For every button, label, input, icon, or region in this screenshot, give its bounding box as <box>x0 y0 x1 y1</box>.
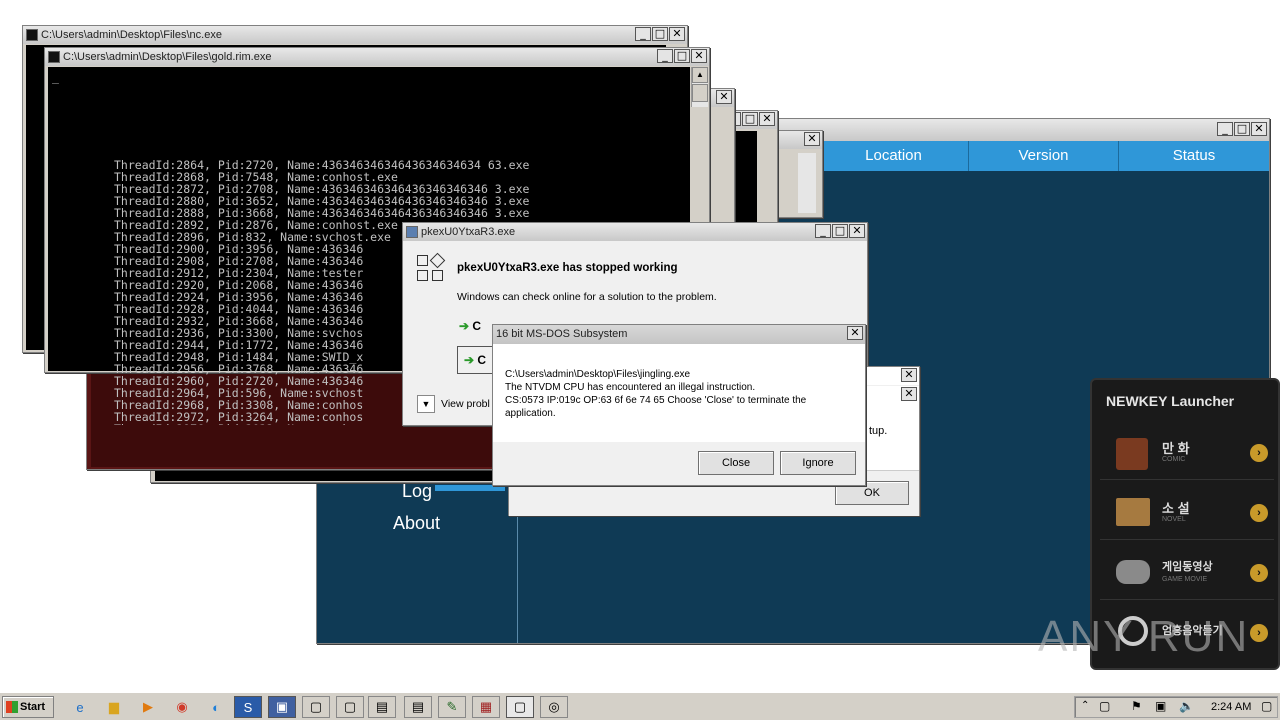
comic-icon <box>1116 438 1148 470</box>
arrow-icon: ➔ <box>459 319 470 333</box>
crash-titlebar: pkexU0YtxaR3.exe _ □ ✕ <box>403 223 867 241</box>
close-button[interactable]: ✕ <box>804 132 820 146</box>
app-icon-4[interactable]: ▤ <box>404 696 432 718</box>
app-icon-1[interactable]: S <box>234 696 262 718</box>
launcher-item-novel[interactable]: 소 설 NOVEL › <box>1100 484 1274 540</box>
scrollbar[interactable] <box>798 153 816 213</box>
app-icon-6[interactable]: ▦ <box>472 696 500 718</box>
edge-icon[interactable]: ◐ <box>202 696 230 718</box>
scroll-up-arrow[interactable]: ▲ <box>692 67 708 83</box>
chevron-right-icon[interactable]: › <box>1250 444 1268 462</box>
volume-icon[interactable]: 🔈 <box>1179 699 1194 713</box>
console-cursor: _ <box>52 70 59 84</box>
app-icon-3[interactable]: ▤ <box>368 696 396 718</box>
dos-line2: CS:0573 IP:019c OP:63 6f 6e 74 65 Choose… <box>505 395 807 406</box>
problem-icon <box>417 252 446 283</box>
app-icon <box>406 226 418 238</box>
crash-title: pkexU0YtxaR3.exe <box>421 226 516 238</box>
dos-path: C:\Users\admin\Desktop\Files\jingling.ex… <box>505 369 691 380</box>
details-link[interactable]: View probl <box>441 398 490 410</box>
launcher-item-game-movie[interactable]: 게임동영상 GAME MOVIE › <box>1100 544 1274 600</box>
clock[interactable]: 2:24 AM <box>1211 701 1251 713</box>
console-icon <box>26 29 38 41</box>
tray-expand-icon[interactable]: ⌃ <box>1081 700 1089 711</box>
dos-title: 16 bit MS-DOS Subsystem <box>496 328 628 340</box>
maximize-button[interactable]: □ <box>652 27 668 41</box>
chevron-right-icon[interactable]: › <box>1250 564 1268 582</box>
close-dialog-button[interactable]: Close <box>698 451 774 475</box>
ignore-button[interactable]: Ignore <box>780 451 856 475</box>
message-text: tup. <box>869 425 888 437</box>
close-button[interactable]: ✕ <box>669 27 685 41</box>
dos-line1: The NTVDM CPU has encountered an illegal… <box>505 382 756 393</box>
column-header: Location Version Status <box>819 141 1269 171</box>
gold-titlebar: C:\Users\admin\Desktop\Files\gold.rim.ex… <box>45 48 709 66</box>
maximize-button[interactable]: □ <box>674 49 690 63</box>
minimize-button[interactable]: _ <box>1217 122 1233 136</box>
option-close-program[interactable]: ➔ C <box>457 346 497 374</box>
close-button[interactable]: ✕ <box>1251 122 1267 136</box>
ie-icon[interactable]: e <box>66 696 94 718</box>
column-location[interactable]: Location <box>819 141 969 171</box>
system-tray: ⌃ ▢ ⚑ ▣ 🔈 2:24 AM ▢ <box>1074 696 1278 718</box>
close-button[interactable]: ✕ <box>691 49 707 63</box>
window-icon-2[interactable]: ▢ <box>336 696 364 718</box>
close-button[interactable]: ✕ <box>716 90 732 104</box>
anyrun-watermark: ANY RUN <box>1038 612 1250 661</box>
chevron-right-icon[interactable]: › <box>1250 624 1268 642</box>
column-version[interactable]: Version <box>969 141 1119 171</box>
maximize-button[interactable]: □ <box>1234 122 1250 136</box>
minimize-button[interactable]: _ <box>635 27 651 41</box>
column-status[interactable]: Status <box>1119 141 1269 171</box>
crash-heading: pkexU0YtxaR3.exe has stopped working <box>457 262 678 274</box>
nc-title: C:\Users\admin\Desktop\Files\nc.exe <box>41 29 222 41</box>
details-toggle-icon[interactable]: ▼ <box>417 395 435 413</box>
dos-line3: application. <box>505 408 556 419</box>
close-button[interactable]: ✕ <box>901 387 917 401</box>
gamepad-icon <box>1116 560 1150 584</box>
console-window-5: ✕ <box>775 130 823 218</box>
crash-message: Windows can check online for a solution … <box>457 291 717 303</box>
chevron-right-icon[interactable]: › <box>1250 504 1268 522</box>
scrollbar[interactable]: ▲ <box>691 67 708 107</box>
window-icon-1[interactable]: ▢ <box>302 696 330 718</box>
nc-titlebar: C:\Users\admin\Desktop\Files\nc.exe _ □ … <box>23 26 687 44</box>
dos-dialog: 16 bit MS-DOS Subsystem ✕ C:\Users\admin… <box>492 324 866 486</box>
window-icon-3[interactable]: ▢ <box>506 696 534 718</box>
start-button[interactable]: Start <box>2 696 54 718</box>
scroll-thumb[interactable] <box>692 84 708 102</box>
app-icon-7[interactable]: ◎ <box>540 696 568 718</box>
novel-icon <box>1116 498 1150 526</box>
show-desktop-button[interactable]: ▢ <box>1261 699 1272 713</box>
menu-item-about[interactable]: About <box>393 513 440 534</box>
chrome-icon[interactable]: ◉ <box>168 696 196 718</box>
launcher-item-comic[interactable]: 만 화 COMIC › <box>1100 424 1274 480</box>
minimize-button[interactable]: _ <box>657 49 673 63</box>
close-button[interactable]: ✕ <box>901 368 917 382</box>
console-icon <box>48 51 60 63</box>
tray-app-icon[interactable]: ▢ <box>1099 699 1110 713</box>
taskbar: Start e ▆ ▶ ◉ ◐ S ▣ ▢ ▢ ▤ ▤ ✎ ▦ ▢ ◎ ⌃ ▢ … <box>0 692 1280 720</box>
minimize-button[interactable]: _ <box>815 224 831 238</box>
media-player-icon[interactable]: ▶ <box>134 696 162 718</box>
maximize-button[interactable]: □ <box>832 224 848 238</box>
network-icon[interactable]: ▣ <box>1155 699 1166 713</box>
close-button[interactable]: ✕ <box>849 224 865 238</box>
flag-icon[interactable]: ⚑ <box>1131 699 1142 713</box>
close-button[interactable]: ✕ <box>847 326 863 340</box>
launcher-title: NEWKEY Launcher <box>1106 393 1235 409</box>
app-icon-5[interactable]: ✎ <box>438 696 466 718</box>
dos-titlebar: 16 bit MS-DOS Subsystem ✕ <box>493 325 865 344</box>
arrow-icon: ➔ <box>464 353 475 367</box>
app-icon-2[interactable]: ▣ <box>268 696 296 718</box>
gold-title: C:\Users\admin\Desktop\Files\gold.rim.ex… <box>63 51 272 63</box>
windows-logo-icon <box>6 701 18 713</box>
folder-icon[interactable]: ▆ <box>100 696 128 718</box>
menu-item-log[interactable]: Log <box>402 481 432 502</box>
